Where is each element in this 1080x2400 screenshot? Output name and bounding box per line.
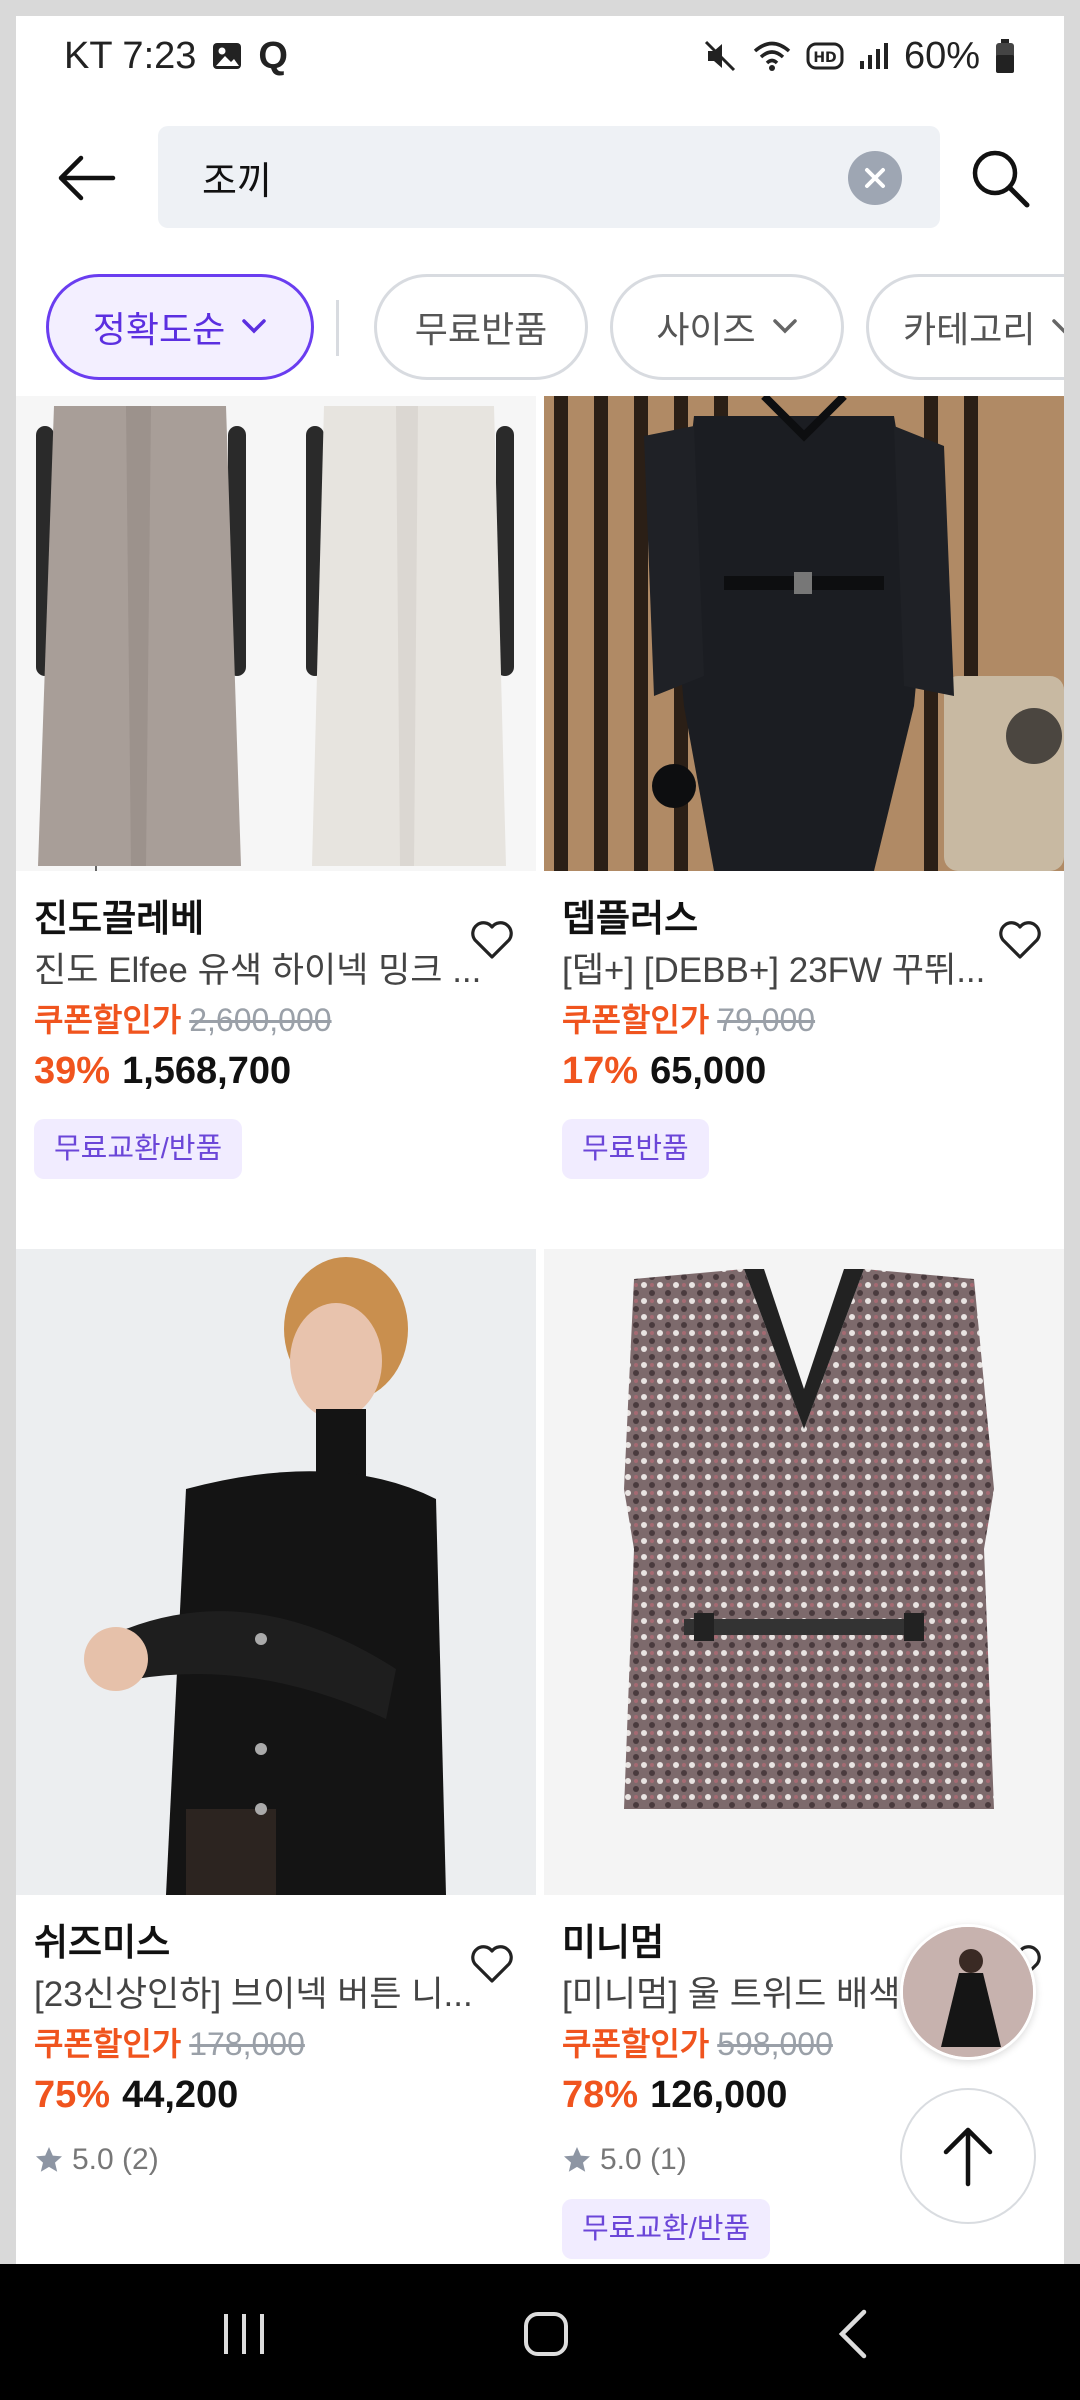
- back-nav-button[interactable]: [812, 2294, 892, 2374]
- original-price: 178,000: [189, 2026, 305, 2062]
- back-button[interactable]: [46, 142, 126, 214]
- coupon-label: 쿠폰할인가: [34, 1002, 182, 1038]
- coupon-label: 쿠폰할인가: [34, 2026, 182, 2062]
- arrow-left-icon: [58, 155, 116, 201]
- scroll-to-top-button[interactable]: [900, 2088, 1036, 2224]
- svg-text:HD: HD: [813, 50, 836, 66]
- search-input[interactable]: 조끼: [158, 126, 940, 228]
- product-title: [뎁+] [DEBB+] 23FW 꾸뛰...: [562, 951, 986, 990]
- rating-text: 5.0 (1): [600, 2143, 687, 2176]
- chevron-down-icon: [242, 319, 266, 334]
- sale-price: 126,000: [650, 2074, 788, 2116]
- original-price: 79,000: [717, 1002, 816, 1038]
- free-return-chip[interactable]: 무료반품: [374, 274, 588, 380]
- category-chip[interactable]: 카테고리: [866, 274, 1064, 380]
- sale-price: 65,000: [650, 1050, 767, 1092]
- chevron-left-icon: [838, 2309, 867, 2359]
- product-image[interactable]: [16, 396, 536, 871]
- size-chip[interactable]: 사이즈: [610, 274, 844, 380]
- battery-percent: 60%: [903, 34, 980, 77]
- app-screen: KT 7:23 Q HD 60% 조끼 정확도순 무료반품 사이즈 카테고리 진…: [16, 16, 1064, 2264]
- sort-chip[interactable]: 정확도순: [46, 274, 314, 380]
- status-bar: KT 7:23 Q HD 60%: [16, 16, 1064, 96]
- signal-icon: [858, 41, 890, 71]
- brand-name: 진도끌레베: [34, 898, 205, 939]
- sale-price: 1,568,700: [122, 1050, 292, 1092]
- shipping-badge: 무료반품: [562, 1119, 709, 1179]
- arrow-up-icon: [943, 2127, 993, 2187]
- heart-icon[interactable]: [996, 915, 1044, 963]
- product-card[interactable]: 진도끌레베 진도 Elfee 유색 하이넥 밍크 ... 쿠폰할인가 2,600,…: [16, 396, 536, 1179]
- product-image[interactable]: [544, 1249, 1064, 1895]
- chevron-down-icon: [1052, 319, 1064, 333]
- wifi-icon: [752, 39, 792, 73]
- filter-bar: 정확도순 무료반품 사이즈 카테고리: [16, 274, 1064, 384]
- system-nav-bar: [0, 2264, 1080, 2400]
- heart-icon[interactable]: [468, 1939, 516, 1987]
- sale-price: 44,200: [122, 2074, 239, 2116]
- chevron-down-icon: [772, 319, 797, 334]
- recent-apps-button[interactable]: [204, 2294, 284, 2374]
- home-icon: [524, 2312, 568, 2356]
- shipping-badge: 무료교환/반품: [34, 1119, 243, 1179]
- q-icon: Q: [258, 34, 288, 77]
- hd-icon: HD: [806, 41, 844, 71]
- chip-label: 사이즈: [656, 309, 756, 350]
- search-icon: [972, 150, 1030, 208]
- discount-percent: 75%: [34, 2074, 111, 2116]
- brand-name: 쉬즈미스: [34, 1922, 171, 1963]
- original-price: 598,000: [717, 2026, 833, 2062]
- heart-icon[interactable]: [468, 915, 516, 963]
- rating-text: 5.0 (2): [72, 2143, 159, 2176]
- discount-percent: 78%: [562, 2074, 639, 2116]
- product-image[interactable]: [544, 396, 1064, 871]
- shipping-badge: 무료교환/반품: [562, 2199, 771, 2259]
- chip-label: 무료반품: [414, 309, 548, 350]
- brand-name: 뎁플러스: [562, 898, 699, 939]
- gallery-icon: [210, 39, 244, 73]
- star-icon: [564, 2147, 590, 2172]
- search-header: 조끼: [16, 126, 1064, 230]
- product-title: [23신상인하] 브이넥 버튼 니...: [34, 1975, 473, 2014]
- product-title: 진도 Elfee 유색 하이넥 밍크 ...: [34, 951, 482, 990]
- product-card[interactable]: 뎁플러스 [뎁+] [DEBB+] 23FW 꾸뛰... 쿠폰할인가 79,000…: [544, 396, 1064, 1179]
- coupon-label: 쿠폰할인가: [562, 1002, 710, 1038]
- battery-icon: [994, 38, 1016, 74]
- discount-percent: 39%: [34, 1050, 111, 1092]
- search-button[interactable]: [962, 140, 1038, 216]
- search-query: 조끼: [202, 160, 272, 203]
- rating: 5.0 (2): [34, 2135, 518, 2185]
- mute-icon: [702, 38, 738, 74]
- recent-apps-icon: [224, 2314, 264, 2354]
- home-button[interactable]: [506, 2294, 586, 2374]
- floating-video-thumbnail[interactable]: [900, 1924, 1036, 2060]
- product-card[interactable]: 쉬즈미스 [23신상인하] 브이넥 버튼 니... 쿠폰할인가 178,000 7…: [16, 1249, 536, 2185]
- clear-search-button[interactable]: [848, 151, 902, 205]
- carrier-time: KT 7:23: [64, 34, 197, 77]
- close-icon: [865, 168, 885, 188]
- chip-divider: [336, 300, 339, 356]
- discount-percent: 17%: [562, 1050, 639, 1092]
- chip-label: 정확도순: [92, 309, 226, 350]
- coupon-label: 쿠폰할인가: [562, 2026, 710, 2062]
- chip-label: 카테고리: [903, 309, 1036, 350]
- product-image[interactable]: [16, 1249, 536, 1895]
- original-price: 2,600,000: [189, 1002, 332, 1038]
- star-icon: [36, 2147, 62, 2172]
